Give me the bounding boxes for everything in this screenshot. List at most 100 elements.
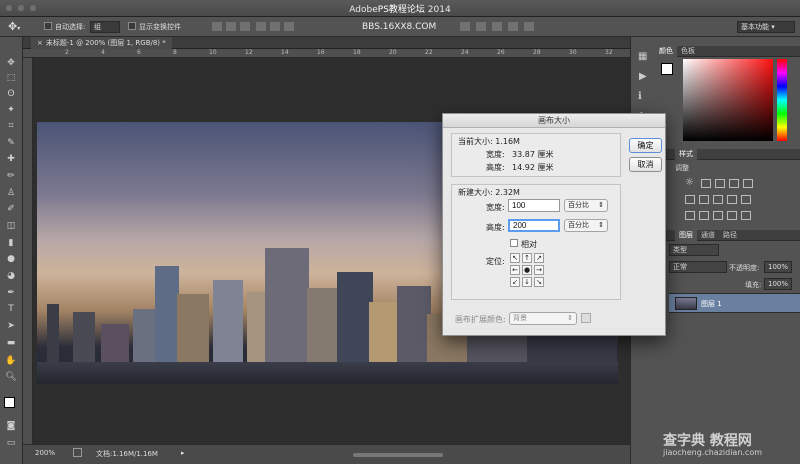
tab-layers[interactable]: 图层: [675, 230, 697, 241]
align-right-icon[interactable]: [284, 22, 294, 31]
cancel-button[interactable]: 取消: [629, 157, 662, 172]
vibrance-icon[interactable]: [743, 179, 753, 188]
width-input[interactable]: [508, 199, 560, 212]
3d-roll-icon[interactable]: [476, 22, 486, 31]
path-selection-icon[interactable]: ➤: [4, 320, 18, 332]
dodge-tool-icon[interactable]: ◕: [4, 270, 18, 282]
tab-swatches[interactable]: 色板: [677, 46, 699, 57]
blur-tool-icon[interactable]: ●: [4, 253, 18, 265]
gradient-map-icon[interactable]: [727, 211, 737, 220]
close-tab-icon[interactable]: ×: [37, 39, 43, 47]
export-icon[interactable]: [73, 448, 82, 457]
hand-tool-icon[interactable]: ✋: [4, 355, 18, 367]
width-unit-dropdown[interactable]: 百分比 ⇕: [564, 199, 608, 212]
crop-tool-icon[interactable]: ⌗: [4, 120, 18, 132]
layer-row-selected[interactable]: 图层 1: [669, 293, 800, 313]
align-top-icon[interactable]: [212, 22, 222, 31]
anchor-bottom-left[interactable]: ↙: [510, 277, 520, 287]
hue-slider[interactable]: [777, 59, 787, 141]
threshold-icon[interactable]: [713, 211, 723, 220]
foreground-color-swatch[interactable]: [4, 397, 15, 408]
horizontal-ruler[interactable]: 2 4 6 8 10 12 14 16 18 20 22 24 26 28 30 32: [23, 49, 630, 58]
workspace-dropdown[interactable]: 基本功能 ▾: [737, 21, 795, 33]
anchor-middle-right[interactable]: →: [534, 265, 544, 275]
exposure-icon[interactable]: [729, 179, 739, 188]
photo-filter-icon[interactable]: [727, 195, 737, 204]
shape-tool-icon[interactable]: ▬: [4, 337, 18, 349]
tab-paths[interactable]: 路径: [719, 230, 741, 241]
posterize-icon[interactable]: [699, 211, 709, 220]
levels-icon[interactable]: [701, 179, 711, 188]
3d-rotate-icon[interactable]: [460, 22, 470, 31]
brightness-icon[interactable]: ☼: [685, 177, 694, 188]
type-tool-icon[interactable]: T: [4, 303, 18, 315]
magic-wand-tool-icon[interactable]: ✦: [4, 104, 18, 116]
align-middle-icon[interactable]: [226, 22, 236, 31]
healing-brush-icon[interactable]: ✚: [4, 153, 18, 165]
eyedropper-tool-icon[interactable]: ✎: [4, 137, 18, 149]
opacity-field[interactable]: 100%: [764, 261, 792, 273]
info-panel-icon[interactable]: ℹ: [638, 91, 642, 102]
anchor-middle-left[interactable]: ←: [510, 265, 520, 275]
zoom-level[interactable]: 200%: [35, 449, 55, 457]
brush-tool-icon[interactable]: ✏: [4, 170, 18, 182]
relative-checkbox[interactable]: [510, 239, 518, 247]
show-transform-checkbox[interactable]: [128, 22, 136, 32]
color-balance-icon[interactable]: [699, 195, 709, 204]
invert-icon[interactable]: [685, 211, 695, 220]
color-picker-field[interactable]: [683, 59, 773, 141]
blend-mode-dropdown[interactable]: 正常: [669, 261, 727, 273]
eraser-tool-icon[interactable]: ◫: [4, 220, 18, 232]
align-bottom-icon[interactable]: [240, 22, 250, 31]
curves-icon[interactable]: [715, 179, 725, 188]
horizontal-scrollbar[interactable]: [353, 453, 443, 457]
tab-channels[interactable]: 通道: [697, 230, 719, 241]
layer-kind-filter[interactable]: 类型: [669, 244, 719, 256]
align-center-icon[interactable]: [270, 22, 280, 31]
extension-color-swatch[interactable]: [581, 313, 591, 323]
document-tab[interactable]: × 未标题-1 @ 200% (图层 1, RGB/8) *: [31, 37, 172, 49]
selective-color-icon[interactable]: [741, 211, 751, 220]
quick-mask-icon[interactable]: ◙: [4, 420, 18, 432]
anchor-bottom-center[interactable]: ↓: [522, 277, 532, 287]
anchor-top-right[interactable]: ↗: [534, 253, 544, 263]
black-white-icon[interactable]: [713, 195, 723, 204]
ruler-mark: 8: [173, 49, 177, 56]
height-unit-dropdown[interactable]: 百分比 ⇕: [564, 219, 608, 232]
hue-saturation-icon[interactable]: [685, 195, 695, 204]
ruler-mark: 26: [497, 49, 505, 56]
height-input[interactable]: [508, 219, 560, 232]
anchor-top-left[interactable]: ↖: [510, 253, 520, 263]
align-left-icon[interactable]: [256, 22, 266, 31]
3d-scale-icon[interactable]: [524, 22, 534, 31]
gradient-tool-icon[interactable]: ▮: [4, 237, 18, 249]
marquee-tool-icon[interactable]: ⬚: [4, 72, 18, 84]
pen-tool-icon[interactable]: ✒: [4, 287, 18, 299]
anchor-top-center[interactable]: ↑: [522, 253, 532, 263]
clone-stamp-icon[interactable]: ♙: [4, 187, 18, 199]
extension-color-dropdown[interactable]: 背景 ⇕: [509, 312, 577, 325]
tab-styles[interactable]: 样式: [675, 149, 697, 160]
history-panel-icon[interactable]: ▦: [638, 51, 647, 62]
ruler-mark: 30: [569, 49, 577, 56]
actions-play-icon[interactable]: ▶: [639, 71, 647, 82]
tab-color[interactable]: 颜色: [655, 46, 677, 57]
status-menu-arrow-icon[interactable]: ▸: [181, 449, 185, 457]
anchor-center[interactable]: ●: [522, 265, 532, 275]
3d-slide-icon[interactable]: [508, 22, 518, 31]
move-tool-icon[interactable]: ✥▾: [8, 20, 20, 33]
fill-field[interactable]: 100%: [764, 278, 792, 290]
3d-pan-icon[interactable]: [492, 22, 502, 31]
channel-mixer-icon[interactable]: [741, 195, 751, 204]
foreground-color-chip[interactable]: [661, 63, 673, 75]
lasso-tool-icon[interactable]: ʘ: [4, 88, 18, 100]
auto-select-checkbox[interactable]: [44, 22, 52, 32]
vertical-ruler[interactable]: [23, 58, 33, 444]
auto-select-dropdown[interactable]: 组: [90, 21, 120, 33]
zoom-tool-icon[interactable]: 🔍︎: [4, 371, 18, 383]
history-brush-icon[interactable]: ✐: [4, 203, 18, 215]
anchor-bottom-right[interactable]: ↘: [534, 277, 544, 287]
ok-button[interactable]: 确定: [629, 138, 662, 153]
screen-mode-icon[interactable]: ▭: [4, 437, 18, 449]
move-tool-icon[interactable]: ✥: [4, 57, 18, 69]
